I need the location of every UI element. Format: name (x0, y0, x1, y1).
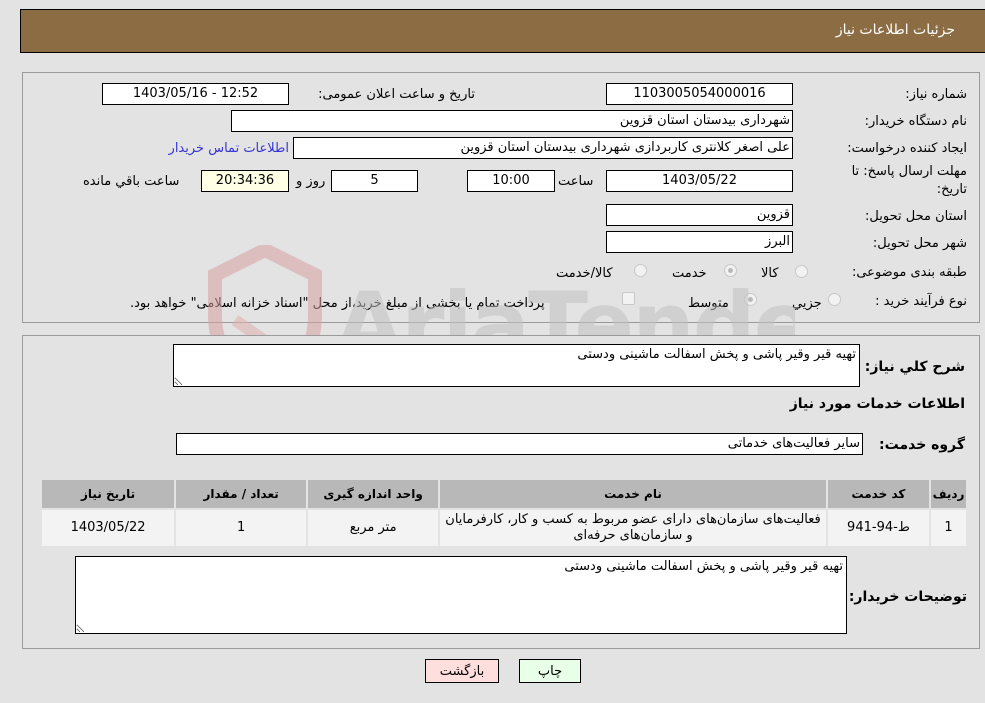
cell-quantity: 1 (174, 508, 309, 548)
description-textarea[interactable]: تهیه قیر وقیر پاشی و پخش اسفالت ماشینی و… (173, 344, 860, 387)
category-option-goods: کالا (761, 266, 779, 281)
province-label: استان محل تحویل: (865, 209, 967, 224)
services-heading: اطلاعات خدمات مورد نیاز (789, 396, 965, 412)
page-header: جزئیات اطلاعات نیاز (20, 9, 985, 53)
buyer-org-label: نام دستگاه خریدار: (864, 114, 967, 129)
category-option-goods-service: کالا/خدمت (556, 266, 613, 281)
buyer-contact-link[interactable]: اطلاعات تماس خریدار (169, 141, 289, 156)
announce-datetime-field: 1403/05/16 - 12:52 (102, 83, 289, 105)
cell-date: 1403/05/22 (39, 508, 177, 548)
process-radio-medium[interactable] (744, 293, 757, 306)
process-type-label: نوع فرآیند خرید : (875, 294, 967, 309)
province-field: قزوین (606, 204, 793, 226)
service-group-label: گروه خدمت: (879, 437, 965, 453)
treasury-checkbox[interactable] (622, 292, 635, 305)
page-title: جزئیات اطلاعات نیاز (835, 22, 955, 38)
remaining-time-field: 20:34:36 (201, 170, 289, 192)
services-table: ردیف کد خدمت نام خدمت واحد اندازه گیری ت… (39, 478, 968, 548)
category-radio-goods[interactable] (795, 265, 808, 278)
remaining-time-label: ساعت باقي مانده (83, 174, 180, 189)
cell-code: ط-94-941 (825, 508, 932, 548)
treasury-note: پرداخت تمام یا بخشی از مبلغ خرید،از محل … (130, 296, 545, 311)
days-remaining-field: 5 (331, 170, 418, 192)
deadline-label-date: تاریخ: (936, 182, 967, 197)
cell-unit: متر مربع (306, 508, 441, 548)
process-option-medium: متوسط (688, 296, 729, 311)
deadline-label: مهلت ارسال پاسخ: تا (851, 164, 967, 179)
category-radio-goods-service[interactable] (634, 264, 647, 277)
deadline-time-label: ساعت (558, 174, 594, 189)
table-row: 1 ط-94-941 فعالیت‌های سازمان‌های دارای ع… (39, 508, 968, 548)
creator-field: علی اصغر کلانتری کاربردازی شهرداری بیدست… (293, 137, 793, 159)
col-code-header: کد خدمت (825, 478, 932, 510)
col-row-header: ردیف (929, 478, 968, 510)
category-radio-service[interactable] (724, 264, 737, 277)
city-field: البرز (606, 231, 793, 253)
category-label: طبقه بندی موضوعی: (851, 265, 967, 280)
cell-row: 1 (929, 508, 968, 548)
table-header-row: ردیف کد خدمت نام خدمت واحد اندازه گیری ت… (39, 478, 968, 510)
deadline-date-field: 1403/05/22 (606, 170, 793, 192)
description-label: شرح کلي نیاز: (864, 359, 965, 375)
days-label: روز و (296, 174, 326, 189)
col-name-header: نام خدمت (438, 478, 828, 510)
cell-name: فعالیت‌های سازمان‌های دارای عضو مربوط به… (438, 508, 828, 548)
buyer-notes-label: توضیحات خریدار: (848, 589, 967, 605)
process-option-minor: جزيي (792, 296, 822, 311)
announce-datetime-label: تاریخ و ساعت اعلان عمومی: (318, 87, 475, 102)
city-label: شهر محل تحویل: (872, 236, 967, 251)
need-number-label: شماره نیاز: (905, 87, 967, 102)
category-option-service: خدمت (672, 266, 707, 281)
buyer-org-field: شهرداری بیدستان استان قزوین (231, 110, 793, 132)
back-button[interactable]: بازگشت (425, 659, 499, 683)
service-group-field: سایر فعالیت‌های خدماتی (176, 433, 863, 455)
print-button[interactable]: چاپ (519, 659, 581, 683)
buyer-notes-textarea[interactable]: تهیه قیر وقیر پاشی و پخش اسفالت ماشینی و… (75, 556, 847, 634)
need-number-field: 1103005054000016 (606, 83, 793, 105)
deadline-time-field: 10:00 (467, 170, 555, 192)
creator-label: ایجاد کننده درخواست: (847, 141, 967, 156)
col-date-header: تاریخ نیاز (39, 478, 177, 510)
col-unit-header: واحد اندازه گیری (306, 478, 441, 510)
process-radio-minor[interactable] (828, 293, 841, 306)
col-quantity-header: تعداد / مقدار (174, 478, 309, 510)
